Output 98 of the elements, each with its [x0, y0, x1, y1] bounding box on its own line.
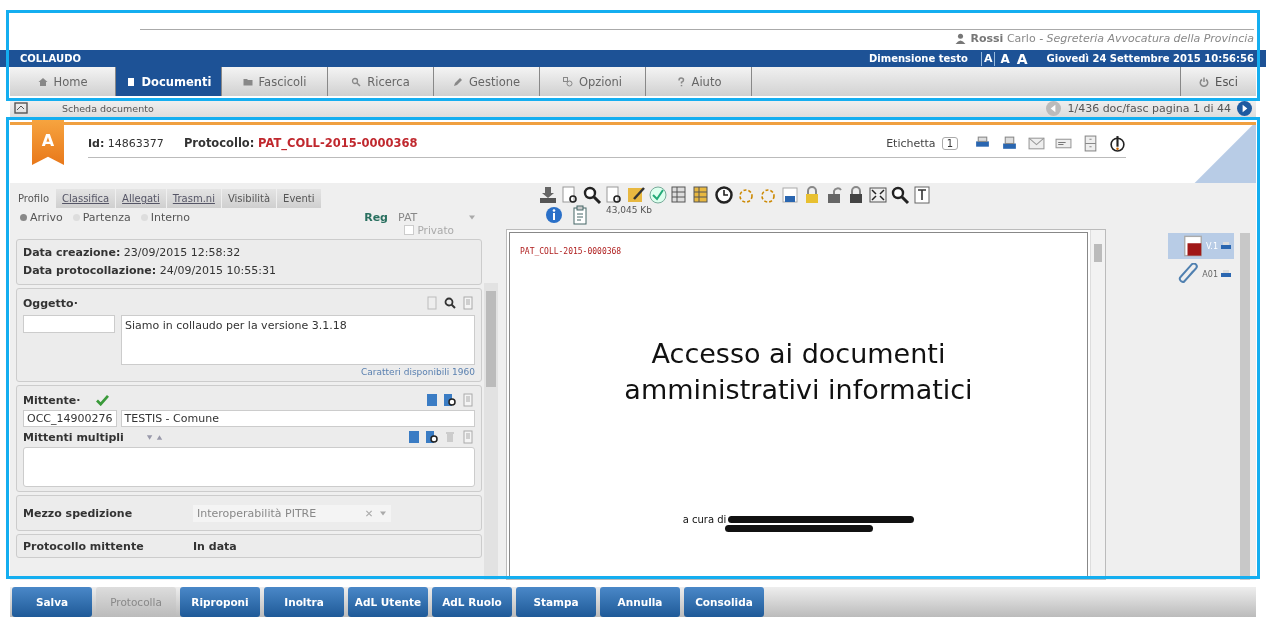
action-button[interactable]: Inoltra — [264, 587, 344, 617]
nav-tab[interactable]: Documenti — [116, 67, 222, 96]
credit-text: a cura di — [682, 514, 727, 525]
zoom-icon[interactable] — [890, 185, 910, 205]
action-button[interactable]: Salva — [12, 587, 92, 617]
nav-tab[interactable]: Gestione — [434, 67, 540, 96]
text-size-button[interactable]: A — [1014, 51, 1030, 66]
document-title: Accesso ai documenti amministrativi informatici — [623, 337, 974, 407]
subject-code-field[interactable] — [23, 315, 115, 333]
text-size-button[interactable]: A — [998, 51, 1012, 66]
info-icon[interactable] — [544, 205, 564, 225]
paperclip-icon — [1178, 263, 1201, 285]
magnifier-icon — [351, 76, 362, 87]
document-frame-icon — [14, 102, 28, 114]
person-icon — [955, 33, 967, 44]
subject-text-area[interactable]: Siamo in collaudo per la versione 3.1.18 — [121, 315, 475, 365]
scrollbar[interactable] — [1240, 233, 1250, 580]
document-zoom-icon[interactable] — [604, 185, 624, 205]
profile-tab[interactable]: Visibilità — [221, 189, 277, 208]
action-button[interactable]: Annulla — [600, 587, 680, 617]
search-icon[interactable] — [582, 185, 602, 205]
clipboard-icon[interactable] — [570, 205, 590, 225]
profile-tab[interactable]: Eventi — [277, 189, 321, 208]
sender-protocol-label: Protocollo mittente — [23, 539, 145, 553]
caret-icon — [379, 509, 387, 517]
house-icon — [37, 76, 48, 87]
register-select[interactable]: PAT — [398, 211, 476, 224]
shipping-select[interactable]: Interoperabilità PITRE — [193, 504, 391, 522]
action-button[interactable]: AdL Ruolo — [432, 587, 512, 617]
protocol-number: Protocollo: PAT_COLL-2015-0000368 — [183, 136, 418, 150]
folder-icon — [242, 76, 253, 87]
search-icon[interactable] — [443, 296, 457, 310]
cabinet-icon[interactable] — [1082, 134, 1099, 152]
profile-tab[interactable]: Trasm.ni — [166, 189, 221, 208]
tray-icon[interactable] — [538, 185, 558, 205]
scrollbar[interactable] — [1090, 230, 1105, 579]
power-icon — [1199, 76, 1210, 87]
pencil-icon — [452, 76, 463, 87]
sender-name-field[interactable]: TESTIS - Comune — [120, 410, 475, 427]
nav-tab[interactable]: Ricerca — [328, 67, 434, 96]
profile-tab[interactable]: Allegati — [116, 189, 166, 208]
address-book-icon[interactable] — [407, 430, 421, 444]
action-button[interactable]: Consolida — [684, 587, 764, 617]
shipping-label: Mezzo spedizione — [23, 506, 134, 520]
breadcrumb: Scheda documento — [62, 102, 154, 114]
pencil-note-icon[interactable] — [626, 185, 646, 205]
multiple-senders-label: Mittenti multipli — [23, 430, 124, 444]
document-id: Id: 14863377 — [88, 136, 164, 150]
document-icon — [1181, 235, 1204, 257]
action-button[interactable]: Stampa — [516, 587, 596, 617]
printer-icon[interactable] — [1220, 240, 1232, 252]
printer-icon[interactable] — [1001, 134, 1018, 152]
profile-tab[interactable]: Classifica — [56, 189, 116, 208]
user-name: Rossi Carlo - Segreteria Avvocatura della Provincia — [970, 32, 1254, 45]
date-label: In data — [193, 539, 237, 553]
text-size-button[interactable]: A — [980, 51, 996, 66]
action-button[interactable]: Riproponi — [180, 587, 260, 617]
address-search-icon[interactable] — [443, 393, 457, 407]
label-count: 1 — [941, 136, 958, 150]
text-size-label: Dimensione testo — [869, 53, 968, 64]
sender-code-field[interactable]: OCC_14900276 — [23, 410, 117, 427]
address-book-icon[interactable] — [425, 393, 439, 407]
pager-text: 1/436 doc/fasc pagina 1 di 44 — [1067, 101, 1231, 115]
label-caption: Etichetta — [886, 136, 936, 150]
floppy-icon[interactable] — [780, 185, 800, 205]
expand-icon[interactable] — [868, 185, 888, 205]
nav-tab[interactable]: Fascicoli — [222, 67, 328, 96]
action-button[interactable]: AdL Utente — [348, 587, 428, 617]
character-counter: Caratteri disponibili 1960 — [360, 367, 475, 377]
nav-tab[interactable]: Opzioni — [540, 67, 646, 96]
logout-button[interactable]: Esci — [1180, 67, 1256, 96]
date-info: Data protocollazione: 24/09/2015 10:55:31 — [23, 263, 277, 279]
sender-label: Mittente· — [23, 393, 81, 407]
text-icon[interactable] — [912, 185, 932, 205]
register-label: Reg — [364, 211, 388, 224]
nav-tab[interactable]: Aiuto — [646, 67, 752, 96]
direction-radio[interactable]: Partenza — [72, 211, 131, 224]
environment-label: COLLAUDO — [20, 53, 82, 64]
date-info: Data creazione: 23/09/2015 12:58:32 — [23, 245, 242, 261]
document-zoom-icon[interactable] — [560, 185, 580, 205]
file-size: 43,045 Kb — [606, 205, 652, 215]
ribbon-badge: A — [32, 119, 64, 165]
question-mark-icon — [675, 76, 686, 87]
version-item[interactable]: A01 — [1168, 261, 1234, 287]
caret-icon — [468, 214, 476, 221]
clock-icon[interactable] — [714, 185, 734, 205]
document-icon — [125, 76, 136, 87]
address-search-icon[interactable] — [425, 430, 439, 444]
nav-tab[interactable]: Home — [10, 67, 116, 96]
scrollbar[interactable] — [484, 283, 498, 580]
direction-radio[interactable]: Arrivo — [20, 211, 63, 224]
check-circle-icon[interactable] — [648, 185, 668, 205]
direction-radio[interactable]: Interno — [140, 211, 190, 224]
date-time: Giovedì 24 Settembre 2015 10:56:56 — [1046, 53, 1254, 64]
printer-icon[interactable] — [1220, 268, 1232, 280]
subject-label: Oggetto· — [23, 296, 78, 310]
page-header: PAT_COLL-2015-0000368 — [520, 247, 622, 256]
sort-arrows-icon[interactable] — [145, 433, 164, 441]
